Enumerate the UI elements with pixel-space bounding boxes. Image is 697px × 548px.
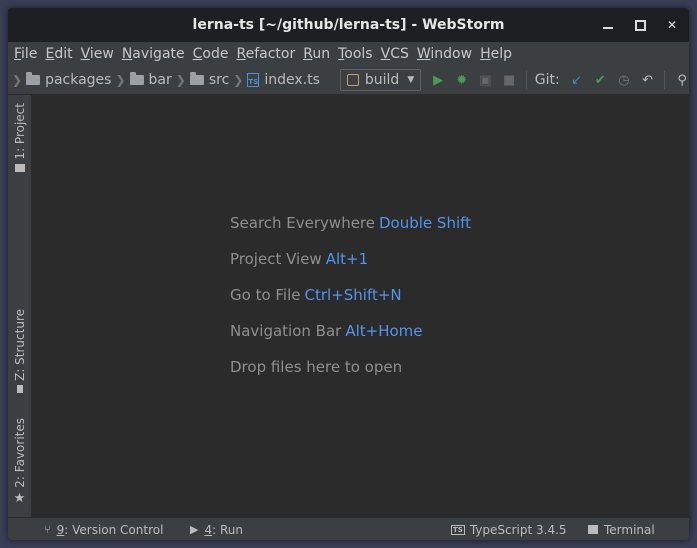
breadcrumb-index-ts[interactable]: TS index.ts — [247, 72, 320, 88]
terminal-tab[interactable]: Terminal — [588, 518, 655, 540]
star-icon: ★ — [13, 490, 26, 506]
menu-view[interactable]: View — [79, 46, 120, 62]
hint-project-view: Project View Alt+1 — [230, 250, 369, 268]
folder-icon — [26, 72, 41, 85]
coverage-button[interactable]: ▣ — [479, 72, 493, 88]
menu-edit[interactable]: Edit — [43, 46, 78, 62]
play-icon: ▶ — [190, 523, 199, 536]
folder-icon — [14, 163, 25, 172]
editor-empty-area[interactable]: Search Everywhere Double Shift Project Vi… — [32, 95, 689, 517]
left-tool-strip: 1: Project Z: Structure 2: Favorites ★ — [8, 95, 32, 517]
chevron-right-icon: ❯ — [115, 73, 126, 87]
toolbar-divider — [525, 71, 527, 89]
undo-icon: ↶ — [642, 72, 654, 88]
tool-tab-project[interactable]: 1: Project — [8, 103, 31, 172]
git-label: Git: — [534, 72, 560, 88]
close-icon: ✕ — [666, 18, 678, 32]
menu-window[interactable]: Window — [415, 46, 478, 62]
hint-drop-files: Drop files here to open — [230, 358, 403, 376]
stop-button[interactable]: ■ — [502, 72, 516, 88]
toolbar-divider — [664, 71, 666, 89]
play-icon: ▶ — [433, 72, 444, 88]
minimize-icon — [603, 27, 613, 29]
search-button[interactable]: ⚲ — [675, 72, 689, 88]
git-update-button[interactable]: ↙ — [570, 72, 584, 88]
minimize-button[interactable] — [601, 18, 615, 32]
status-bar: ⑂ 9: Version Control ▶ 4: Run TS TypeScr… — [8, 517, 689, 540]
menu-tools[interactable]: Tools — [336, 46, 379, 62]
menu-code[interactable]: Code — [191, 46, 235, 62]
menu-navigate[interactable]: Navigate — [120, 46, 191, 62]
git-commit-button[interactable]: ✔ — [593, 72, 607, 88]
npm-config-icon — [346, 74, 359, 86]
maximize-icon — [634, 19, 646, 31]
window-controls: ✕ — [601, 8, 679, 42]
chevron-right-icon: ❯ — [12, 73, 23, 87]
git-rollback-button[interactable]: ↶ — [641, 72, 655, 88]
search-icon: ⚲ — [677, 72, 687, 88]
maximize-button[interactable] — [633, 18, 647, 32]
run-tab[interactable]: ▶ 4: Run — [190, 518, 243, 540]
git-history-button[interactable]: ◷ — [617, 72, 631, 88]
menu-file[interactable]: File — [12, 46, 43, 62]
folder-icon — [189, 72, 204, 85]
breadcrumb-bar[interactable]: bar — [129, 72, 172, 88]
run-configuration-label: build — [364, 72, 400, 88]
tool-tab-project-label: 1: Project — [12, 103, 27, 160]
menu-vcs[interactable]: VCS — [379, 46, 415, 62]
tool-tab-structure-label: Z: Structure — [12, 309, 27, 381]
chevron-down-icon: ▼ — [407, 75, 415, 85]
close-button[interactable]: ✕ — [665, 18, 679, 32]
menu-run[interactable]: Run — [301, 46, 336, 62]
breadcrumb-packages[interactable]: packages — [26, 72, 111, 88]
chevron-right-icon: ❯ — [175, 73, 186, 87]
checkmark-icon: ✔ — [594, 72, 606, 88]
arrow-down-left-icon: ↙ — [571, 72, 583, 88]
hint-navigation-bar: Navigation Bar Alt+Home — [230, 322, 423, 340]
menu-help[interactable]: Help — [478, 46, 518, 62]
run-button[interactable]: ▶ — [431, 72, 445, 88]
clock-icon: ◷ — [618, 72, 630, 88]
breadcrumb-src[interactable]: src — [189, 72, 229, 88]
structure-icon — [16, 384, 23, 393]
branch-icon: ⑂ — [44, 523, 51, 536]
run-configuration-select[interactable]: build ▼ — [339, 69, 422, 91]
version-control-tab[interactable]: ⑂ 9: Version Control — [44, 518, 163, 540]
menu-refactor[interactable]: Refactor — [234, 46, 301, 62]
ide-window: lerna-ts [~/github/lerna-ts] - WebStorm … — [8, 8, 689, 540]
debug-button[interactable]: ✹ — [455, 72, 469, 88]
typescript-file-icon: TS — [247, 73, 260, 87]
chevron-right-icon: ❯ — [233, 73, 244, 87]
tool-tab-favorites[interactable]: 2: Favorites ★ — [8, 418, 31, 506]
folder-icon — [129, 72, 144, 85]
menu-bar: File Edit View Navigate Code Refactor Ru… — [8, 42, 689, 66]
stop-icon: ■ — [502, 72, 516, 88]
window-title: lerna-ts [~/github/lerna-ts] - WebStorm — [192, 17, 505, 33]
bug-icon: ✹ — [456, 72, 468, 88]
tool-tab-favorites-label: 2: Favorites — [12, 418, 27, 488]
tool-tab-structure[interactable]: Z: Structure — [8, 309, 31, 393]
terminal-icon — [588, 525, 598, 534]
typescript-icon: TS — [451, 524, 465, 535]
typescript-status[interactable]: TS TypeScript 3.4.5 — [451, 518, 567, 540]
navigation-bar: ❯ packages ❯ bar ❯ src ❯ TS index.ts bui… — [8, 66, 689, 95]
hint-search-everywhere: Search Everywhere Double Shift — [230, 214, 472, 232]
coverage-icon: ▣ — [479, 72, 492, 88]
hint-go-to-file: Go to File Ctrl+Shift+N — [230, 286, 402, 304]
title-bar: lerna-ts [~/github/lerna-ts] - WebStorm … — [8, 8, 689, 42]
